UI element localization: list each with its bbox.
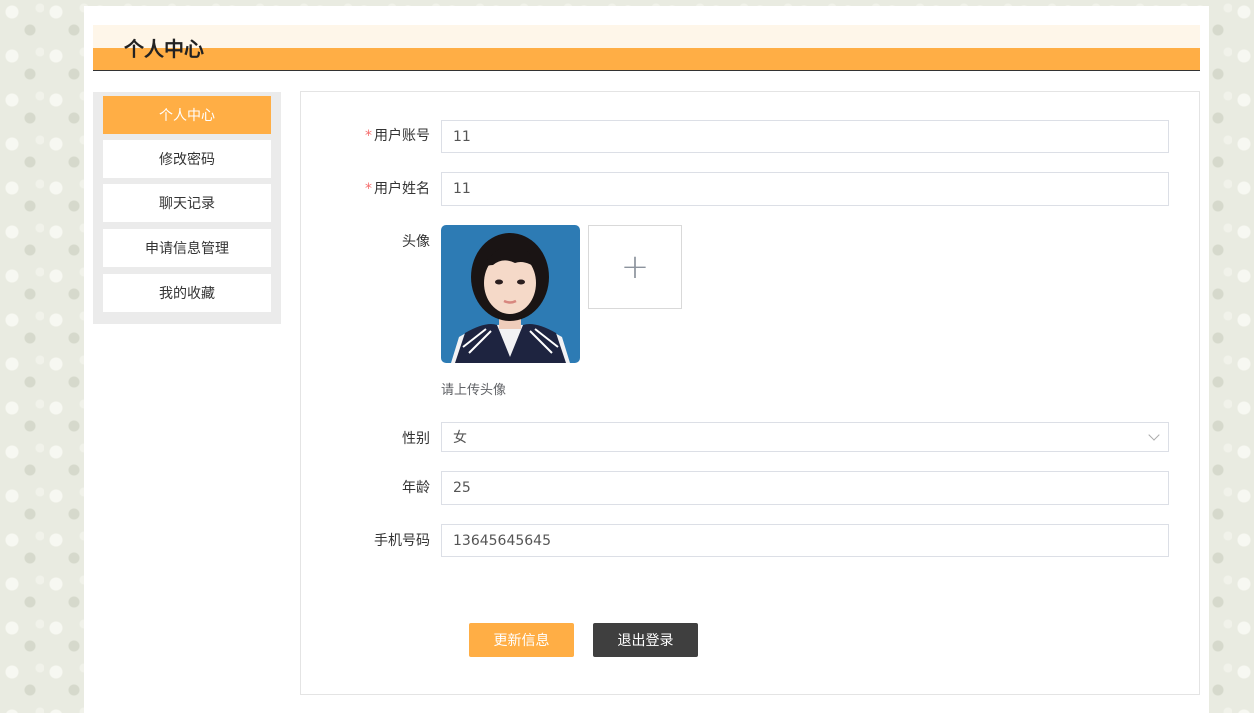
sidebar-item-application-management[interactable]: 申请信息管理 bbox=[103, 229, 271, 267]
phone-label: 手机号码 bbox=[374, 533, 430, 549]
account-label-text: 用户账号 bbox=[374, 128, 430, 144]
avatar-upload-hint: 请上传头像 bbox=[441, 383, 507, 398]
age-label: 年龄 bbox=[402, 480, 430, 496]
gender-select[interactable]: 女 bbox=[441, 422, 1169, 452]
sidebar: 个人中心 修改密码 聊天记录 申请信息管理 我的收藏 bbox=[93, 92, 281, 324]
logout-button[interactable]: 退出登录 bbox=[593, 623, 698, 657]
sidebar-item-change-password[interactable]: 修改密码 bbox=[103, 140, 271, 178]
avatar-photo bbox=[441, 225, 580, 363]
header-accent-bar bbox=[93, 48, 1200, 71]
phone-input[interactable]: 13645645645 bbox=[441, 524, 1169, 557]
gender-label: 性别 bbox=[402, 431, 430, 447]
age-input[interactable]: 25 bbox=[441, 471, 1169, 505]
required-marker: * bbox=[365, 128, 372, 144]
update-info-button[interactable]: 更新信息 bbox=[469, 623, 574, 657]
sidebar-item-favorites[interactable]: 我的收藏 bbox=[103, 274, 271, 312]
avatar-image[interactable] bbox=[441, 225, 580, 363]
gender-selected-value: 女 bbox=[453, 430, 467, 446]
name-label: * 用户姓名 bbox=[310, 178, 430, 198]
page-container: 个人中心 个人中心 修改密码 聊天记录 申请信息管理 我的收藏 * 用户账号 11… bbox=[84, 6, 1209, 713]
account-label: * 用户账号 bbox=[310, 125, 430, 145]
page-header: 个人中心 bbox=[93, 25, 1200, 71]
name-label-text: 用户姓名 bbox=[374, 181, 430, 197]
sidebar-item-chat-history[interactable]: 聊天记录 bbox=[103, 184, 271, 222]
chevron-down-icon bbox=[1148, 429, 1160, 441]
page-title: 个人中心 bbox=[124, 37, 204, 61]
name-input[interactable]: 11 bbox=[441, 172, 1169, 206]
avatar-label: 头像 bbox=[402, 234, 430, 250]
sidebar-item-profile[interactable]: 个人中心 bbox=[103, 96, 271, 134]
account-input[interactable]: 11 bbox=[441, 120, 1169, 153]
plus-icon: + bbox=[620, 247, 650, 287]
required-marker: * bbox=[365, 181, 372, 197]
avatar-upload-button[interactable]: + bbox=[588, 225, 682, 309]
profile-form-panel: * 用户账号 11 * 用户姓名 11 头像 + 请上传头像 性别 女 年龄 2… bbox=[300, 91, 1200, 695]
